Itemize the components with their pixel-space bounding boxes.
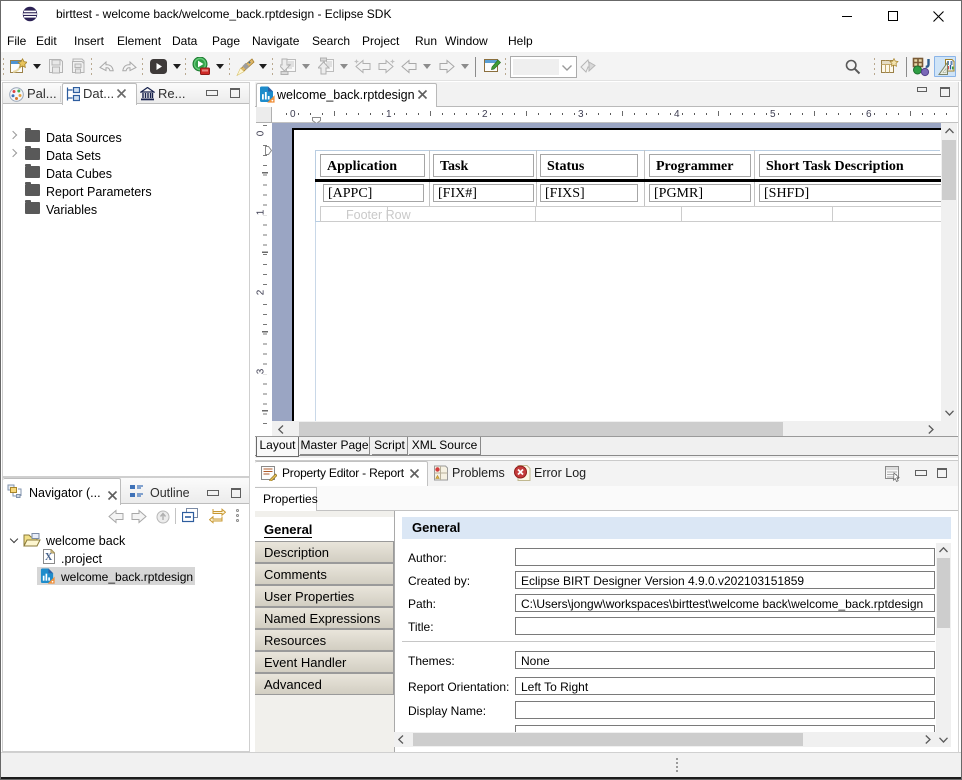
svg-text:X: X (45, 552, 53, 563)
